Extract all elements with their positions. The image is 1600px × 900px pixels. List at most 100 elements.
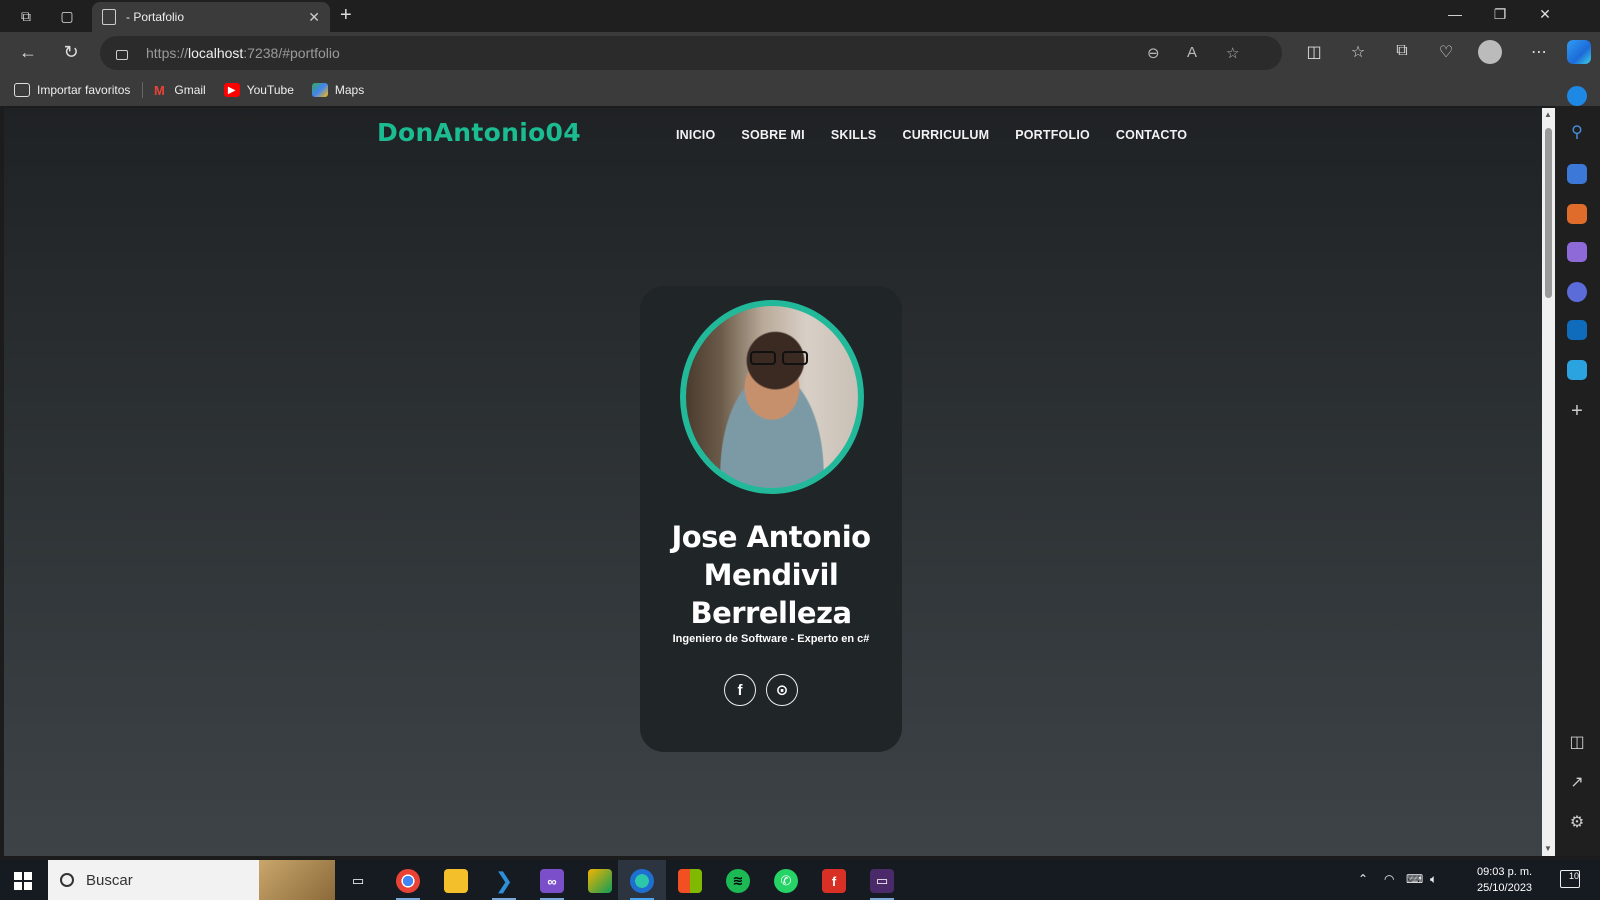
search-highlight-image bbox=[259, 860, 335, 900]
collections-icon[interactable]: ⧉ bbox=[1390, 42, 1414, 60]
favorite-label: YouTube bbox=[246, 83, 294, 97]
nav-sobre-mi[interactable]: SOBRE MI bbox=[741, 128, 804, 142]
vscode-icon[interactable]: ❯ bbox=[492, 868, 516, 893]
github-icon[interactable]: ⊙ bbox=[766, 674, 798, 706]
nav-skills[interactable]: SKILLS bbox=[831, 128, 877, 142]
profile-subtitle: Ingeniero de Software - Experto en c# bbox=[672, 633, 870, 645]
tools-icon[interactable] bbox=[1567, 204, 1587, 224]
glasses bbox=[750, 351, 808, 365]
name-line: Jose Antonio bbox=[671, 520, 871, 554]
portfolio-page: DonAntonio04 INICIO SOBRE MI SKILLS CURR… bbox=[4, 108, 1542, 856]
whatsapp-icon[interactable]: ✆ bbox=[774, 869, 798, 893]
favorites-icon[interactable]: ☆ bbox=[1346, 42, 1370, 62]
page-scrollbar[interactable]: ▲ ▼ bbox=[1542, 108, 1555, 856]
shopping-icon[interactable] bbox=[1567, 164, 1587, 184]
show-hidden-icons[interactable]: ⌃ bbox=[1358, 872, 1368, 886]
scroll-up-icon[interactable]: ▲ bbox=[1544, 110, 1552, 119]
favorite-label: Gmail bbox=[174, 83, 206, 97]
spotify-icon[interactable]: ≋ bbox=[726, 869, 750, 893]
chrome-icon[interactable] bbox=[396, 869, 420, 893]
tab-title: - Portafolio bbox=[126, 10, 185, 24]
favorites-bar: Importar favoritos M Gmail ▶ YouTube Map… bbox=[0, 74, 1600, 106]
browser-toolbar: ← ↻ https://localhost:7238/#portfolio ⊖ … bbox=[0, 32, 1600, 74]
zoom-out-icon[interactable]: ⊖ bbox=[1147, 44, 1160, 62]
favorite-maps[interactable]: Maps bbox=[311, 83, 365, 97]
read-aloud-icon[interactable]: A bbox=[1187, 44, 1197, 61]
hide-sidebar-icon[interactable]: ◫ bbox=[1567, 732, 1587, 752]
tab-actions-icon[interactable]: ▢ bbox=[57, 6, 77, 26]
profile-card: Jose Antonio Mendivil Berrelleza Ingenie… bbox=[640, 286, 902, 752]
scroll-thumb[interactable] bbox=[1545, 128, 1552, 298]
open-external-icon[interactable]: ↗ bbox=[1567, 772, 1587, 792]
favorite-star-icon[interactable]: ☆ bbox=[1226, 44, 1239, 62]
favorites-divider bbox=[142, 82, 144, 98]
profile-photo bbox=[680, 300, 864, 494]
outlook-icon[interactable] bbox=[1567, 320, 1587, 340]
tab-portafolio[interactable]: - Portafolio ✕ bbox=[92, 2, 330, 32]
favorite-import[interactable]: Importar favoritos bbox=[14, 83, 130, 97]
games-icon[interactable] bbox=[1567, 242, 1587, 262]
maps-icon bbox=[311, 83, 328, 97]
snip-tool-icon[interactable] bbox=[588, 869, 612, 893]
volume-icon[interactable]: 🔈︎ bbox=[1430, 872, 1437, 887]
refresh-icon[interactable]: ↻ bbox=[59, 42, 83, 63]
more-options-icon[interactable]: ⋯ bbox=[1527, 42, 1551, 62]
title-bar: ⧉ ▢ - Portafolio ✕ + — ❐ ✕ bbox=[0, 0, 1600, 32]
settings-gear-icon[interactable]: ⚙ bbox=[1567, 812, 1587, 832]
name-line: Berrelleza bbox=[690, 596, 852, 630]
site-brand[interactable]: DonAntonio04 bbox=[377, 118, 581, 147]
split-screen-icon[interactable]: ◫ bbox=[1302, 42, 1326, 62]
restore-icon[interactable]: ❐ bbox=[1485, 6, 1515, 23]
notifications-icon[interactable] bbox=[1567, 86, 1587, 106]
search-placeholder: Buscar bbox=[86, 871, 133, 889]
favorite-label: Maps bbox=[334, 83, 365, 97]
lock-icon[interactable] bbox=[116, 50, 128, 60]
nav-inicio[interactable]: INICIO bbox=[676, 128, 715, 142]
import-favorites-icon bbox=[14, 83, 30, 97]
favorite-youtube[interactable]: ▶ YouTube bbox=[223, 83, 294, 97]
search-icon bbox=[60, 873, 74, 887]
back-icon[interactable]: ← bbox=[16, 42, 40, 63]
microsoft-365-icon[interactable] bbox=[1567, 282, 1587, 302]
edge-icon[interactable] bbox=[630, 869, 654, 893]
url-text[interactable]: https://localhost:7238/#portfolio bbox=[146, 45, 340, 61]
gmail-icon: M bbox=[153, 82, 165, 98]
nav-portfolio[interactable]: PORTFOLIO bbox=[1015, 128, 1090, 142]
minimize-icon[interactable]: — bbox=[1440, 6, 1470, 22]
new-tab-icon[interactable]: + bbox=[340, 4, 352, 27]
scroll-down-icon[interactable]: ▼ bbox=[1544, 844, 1552, 853]
close-window-icon[interactable]: ✕ bbox=[1530, 6, 1560, 23]
add-icon[interactable]: + bbox=[1567, 400, 1587, 423]
favorite-label: Importar favoritos bbox=[37, 83, 131, 97]
address-bar[interactable]: https://localhost:7238/#portfolio ⊖ A ☆ bbox=[100, 36, 1282, 70]
nav-curriculum[interactable]: CURRICULUM bbox=[902, 128, 989, 142]
search-icon[interactable]: ⚲ bbox=[1567, 122, 1587, 142]
facebook-icon[interactable]: f bbox=[724, 674, 756, 706]
wifi-icon[interactable]: ◠ bbox=[1384, 872, 1394, 886]
name-line: Mendivil bbox=[703, 558, 839, 592]
visual-studio-icon[interactable]: ∞ bbox=[540, 869, 564, 893]
windows-start-icon[interactable] bbox=[14, 872, 32, 890]
edge-sidebar: ⚲ + ◫ ↗ ⚙ bbox=[1555, 86, 1600, 856]
language-icon[interactable]: ⌨ bbox=[1406, 872, 1423, 886]
favorite-gmail[interactable]: M Gmail bbox=[151, 82, 206, 98]
microsoft-store-icon[interactable] bbox=[678, 869, 702, 893]
profile-name: Jose Antonio Mendivil Berrelleza bbox=[640, 518, 902, 632]
workspaces-icon[interactable]: ⧉ bbox=[16, 6, 36, 26]
profile-avatar[interactable] bbox=[1478, 40, 1502, 64]
terminal-icon[interactable]: ▭ bbox=[870, 869, 894, 893]
clock-date: 25/10/2023 bbox=[1477, 882, 1533, 894]
task-view-icon[interactable]: ▭ bbox=[346, 869, 370, 893]
close-tab-icon[interactable]: ✕ bbox=[308, 9, 320, 26]
nav-contacto[interactable]: CONTACTO bbox=[1116, 128, 1187, 142]
notification-center-icon[interactable]: 10 bbox=[1560, 870, 1580, 888]
drop-icon[interactable] bbox=[1567, 360, 1587, 380]
copilot-icon[interactable] bbox=[1567, 40, 1591, 64]
file-explorer-icon[interactable] bbox=[444, 869, 468, 893]
taskbar-search[interactable]: Buscar bbox=[48, 860, 335, 900]
flash-app-icon[interactable]: f bbox=[822, 869, 846, 893]
performance-icon[interactable]: ♡ bbox=[1434, 42, 1458, 62]
youtube-icon: ▶ bbox=[223, 83, 240, 97]
page-icon bbox=[102, 9, 116, 25]
taskbar-clock[interactable]: 09:03 p. m. 25/10/2023 bbox=[1477, 864, 1532, 896]
